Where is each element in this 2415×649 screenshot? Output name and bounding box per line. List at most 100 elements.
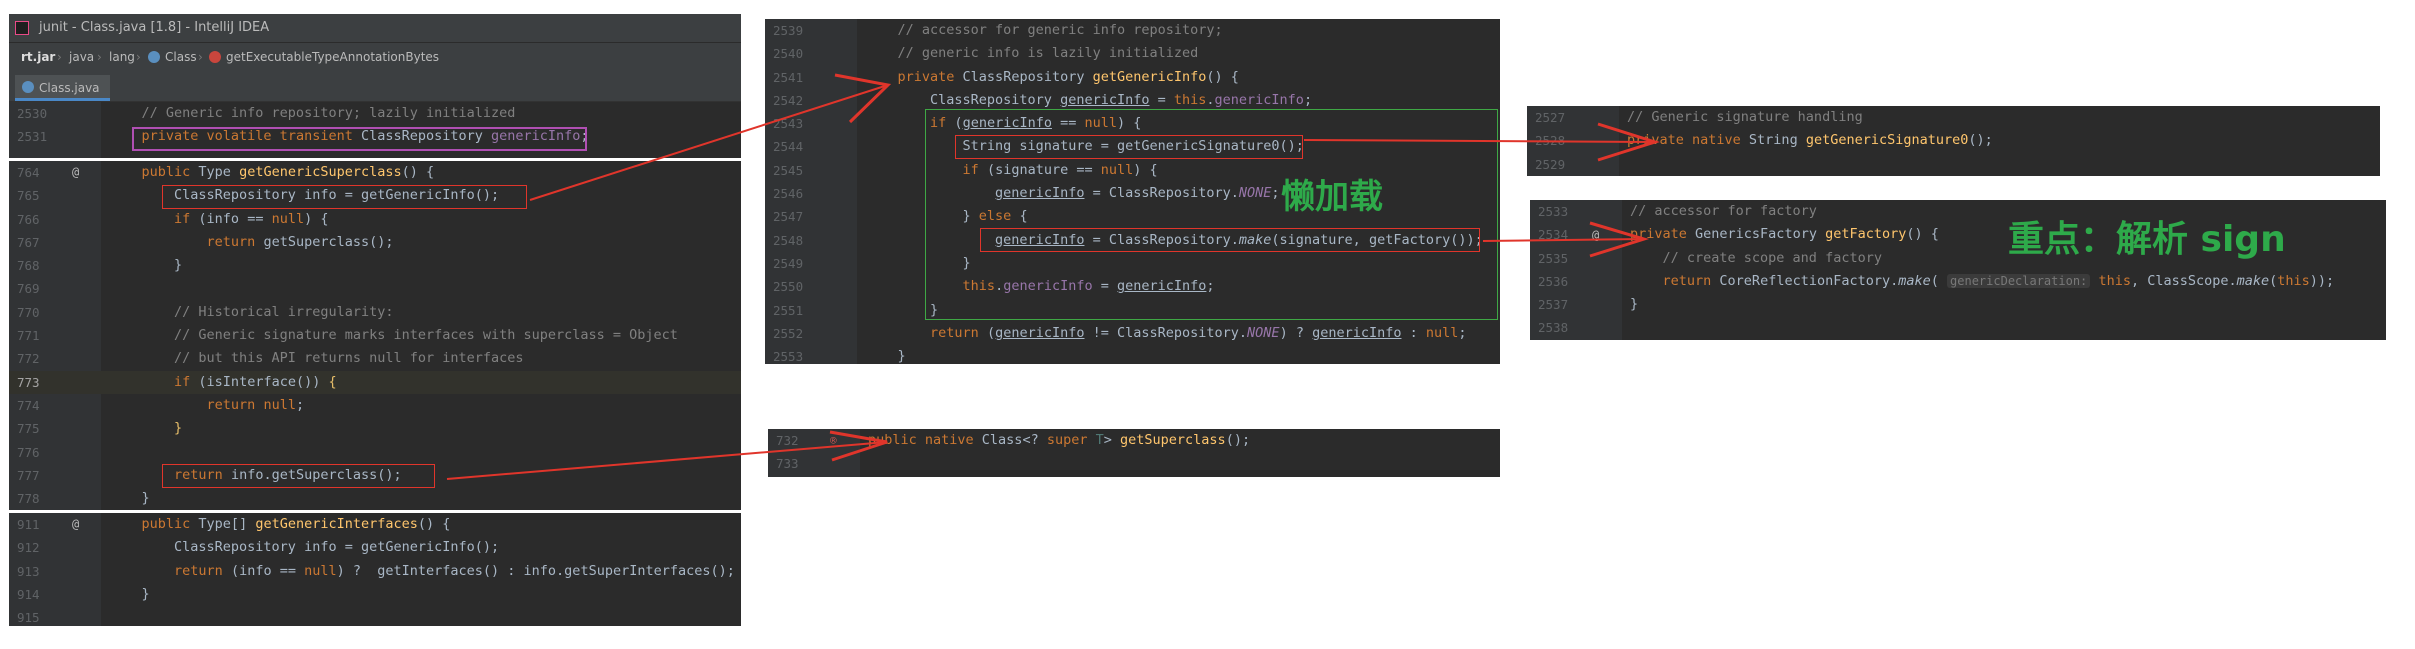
code-text[interactable]: return (genericInfo != ClassRepository.N… (865, 322, 1467, 345)
line-number: 2552 (773, 325, 804, 341)
code-text[interactable]: public Type getGenericSuperclass() { (109, 161, 435, 184)
highlight-get-factory-call (980, 228, 1480, 252)
code-line: 2552 return (genericInfo != ClassReposit… (765, 322, 1500, 345)
line-number: 2539 (773, 23, 804, 38)
line-number: 2546 (773, 186, 804, 202)
code-text[interactable]: } (109, 583, 150, 606)
code-line: 769 (9, 277, 741, 300)
line-number: 772 (17, 351, 40, 367)
line-number: 770 (17, 304, 40, 320)
code-text[interactable]: // Generic info repository; lazily initi… (109, 102, 516, 125)
code-line: 768 } (9, 254, 741, 277)
line-number: 771 (17, 328, 40, 344)
line-number: 914 (17, 586, 40, 602)
code-line: 912 ClassRepository info = getGenericInf… (9, 536, 741, 559)
code-text[interactable]: // Generic signature marks interfaces wi… (109, 324, 678, 347)
code-line: 767 return getSuperclass(); (9, 231, 741, 254)
line-number: 2547 (773, 209, 804, 225)
code-text[interactable]: // Generic signature handling (1627, 106, 1863, 129)
code-text[interactable]: if (info == null) { (109, 208, 328, 231)
code-line: 2527 // Generic signature handling (1527, 106, 2380, 129)
code-text[interactable]: return (info == null) ? getInterfaces() … (109, 560, 735, 583)
line-number: 915 (17, 610, 40, 626)
line-number: 776 (17, 444, 40, 460)
code-line: 733 (768, 452, 1500, 475)
title-bar: junit - Class.java [1.8] - IntelliJ IDEA (9, 14, 741, 42)
line-number: 2531 (17, 129, 48, 145)
code-line: 774 return null; (9, 394, 741, 417)
code-block-get-generic-superclass: @ 764 public Type getGenericSuperclass()… (9, 161, 741, 525)
line-number: 765 (17, 188, 40, 204)
editor-tabs: Class.java (9, 71, 741, 102)
code-text[interactable]: public native Class<? super T> getSuperc… (868, 429, 1250, 452)
line-number: 2551 (773, 302, 804, 318)
window-title: junit - Class.java [1.8] - IntelliJ IDEA (39, 20, 270, 35)
code-text[interactable]: } (109, 254, 182, 277)
breadcrumb-lang[interactable]: lang (109, 43, 135, 71)
breadcrumb-method[interactable]: getExecutableTypeAnnotationBytes (226, 43, 439, 71)
code-line: 913 return (info == null) ? getInterface… (9, 560, 741, 583)
code-line: 911 public Type[] getGenericInterfaces()… (9, 513, 741, 536)
line-number: 2530 (17, 106, 48, 121)
code-line: 2553 } (765, 345, 1500, 364)
code-text[interactable]: private native String getGenericSignatur… (1627, 129, 1993, 152)
line-number: 2533 (1538, 204, 1569, 219)
code-text[interactable]: return null; (109, 394, 305, 417)
line-number: 768 (17, 258, 40, 274)
code-line: 776 (9, 441, 741, 464)
annotation-key-point: 重点：解析 sign (2008, 219, 2286, 260)
code-text[interactable]: // accessor for generic info repository; (865, 19, 1223, 42)
line-number: 2545 (773, 162, 804, 178)
code-text[interactable]: } (109, 487, 150, 510)
line-number: 2534 (1538, 227, 1569, 243)
java-class-icon (22, 81, 34, 93)
line-number: 2528 (1535, 133, 1566, 149)
line-number: 769 (17, 281, 40, 297)
code-text[interactable]: // generic info is lazily initialized (865, 42, 1199, 65)
breadcrumb-separator-icon: › (97, 50, 102, 64)
code-text[interactable]: // accessor for factory (1630, 200, 1817, 223)
breadcrumb-rt-jar[interactable]: rt.jar (21, 43, 55, 71)
line-number: 773 (17, 374, 40, 390)
breadcrumb-separator-icon: › (57, 50, 62, 64)
ide-window: junit - Class.java [1.8] - IntelliJ IDEA… (9, 14, 741, 626)
code-line: 2540 // generic info is lazily initializ… (765, 42, 1500, 65)
code-text[interactable]: } (1630, 293, 1638, 316)
code-text[interactable]: public Type[] getGenericInterfaces() { (109, 513, 451, 536)
code-text[interactable]: // but this API returns null for interfa… (109, 347, 524, 370)
code-panel-get-generic-info: 2539 // accessor for generic info reposi… (765, 19, 1500, 364)
code-line: 775 } (9, 417, 741, 440)
line-number: 767 (17, 234, 40, 250)
highlight-get-generic-info-call (162, 185, 527, 209)
line-number: 912 (17, 540, 40, 556)
code-line: 2537} (1530, 293, 2386, 316)
code-text[interactable]: return getSuperclass(); (109, 231, 394, 254)
line-number: 2548 (773, 232, 804, 248)
code-panel-native-get-superclass: ® 732 public native Class<? super T> getS… (768, 429, 1500, 477)
class-icon (148, 51, 160, 63)
breadcrumb-class[interactable]: Class (165, 43, 197, 71)
code-text[interactable]: ClassRepository info = getGenericInfo(); (109, 536, 499, 559)
code-text[interactable]: private ClassRepository getGenericInfo()… (865, 66, 1239, 89)
code-line: 771 // Generic signature marks interface… (9, 324, 741, 347)
code-text[interactable]: private GenericsFactory getFactory() { (1630, 223, 1939, 246)
tab-class-java[interactable]: Class.java (15, 75, 110, 101)
code-text[interactable]: // create scope and factory (1630, 247, 1882, 270)
code-text[interactable]: return CoreReflectionFactory.make( gener… (1630, 270, 2335, 293)
line-number: 2538 (1538, 320, 1569, 336)
code-text[interactable]: } (865, 345, 906, 364)
code-line: 2536 return CoreReflectionFactory.make( … (1530, 270, 2386, 293)
highlight-get-superclass-call (162, 464, 435, 488)
line-number: 2553 (773, 349, 804, 364)
code-panel-get-generic-signature0: 2527 // Generic signature handling 2528 pr… (1527, 106, 2380, 176)
highlight-field-box (132, 127, 587, 151)
line-number: 764 (17, 165, 40, 180)
code-text[interactable]: } (109, 417, 182, 440)
breadcrumb-java[interactable]: java (69, 43, 94, 71)
code-text[interactable]: if (isInterface()) { (109, 371, 337, 394)
breadcrumb: rt.jar › java › lang › Class › getExecut… (9, 42, 741, 71)
code-panel-get-factory: @ 2533// accessor for factory 2534 privat… (1530, 200, 2386, 340)
line-number: 2540 (773, 46, 804, 62)
breadcrumb-separator-icon: › (198, 50, 203, 64)
code-text[interactable]: // Historical irregularity: (109, 301, 393, 324)
